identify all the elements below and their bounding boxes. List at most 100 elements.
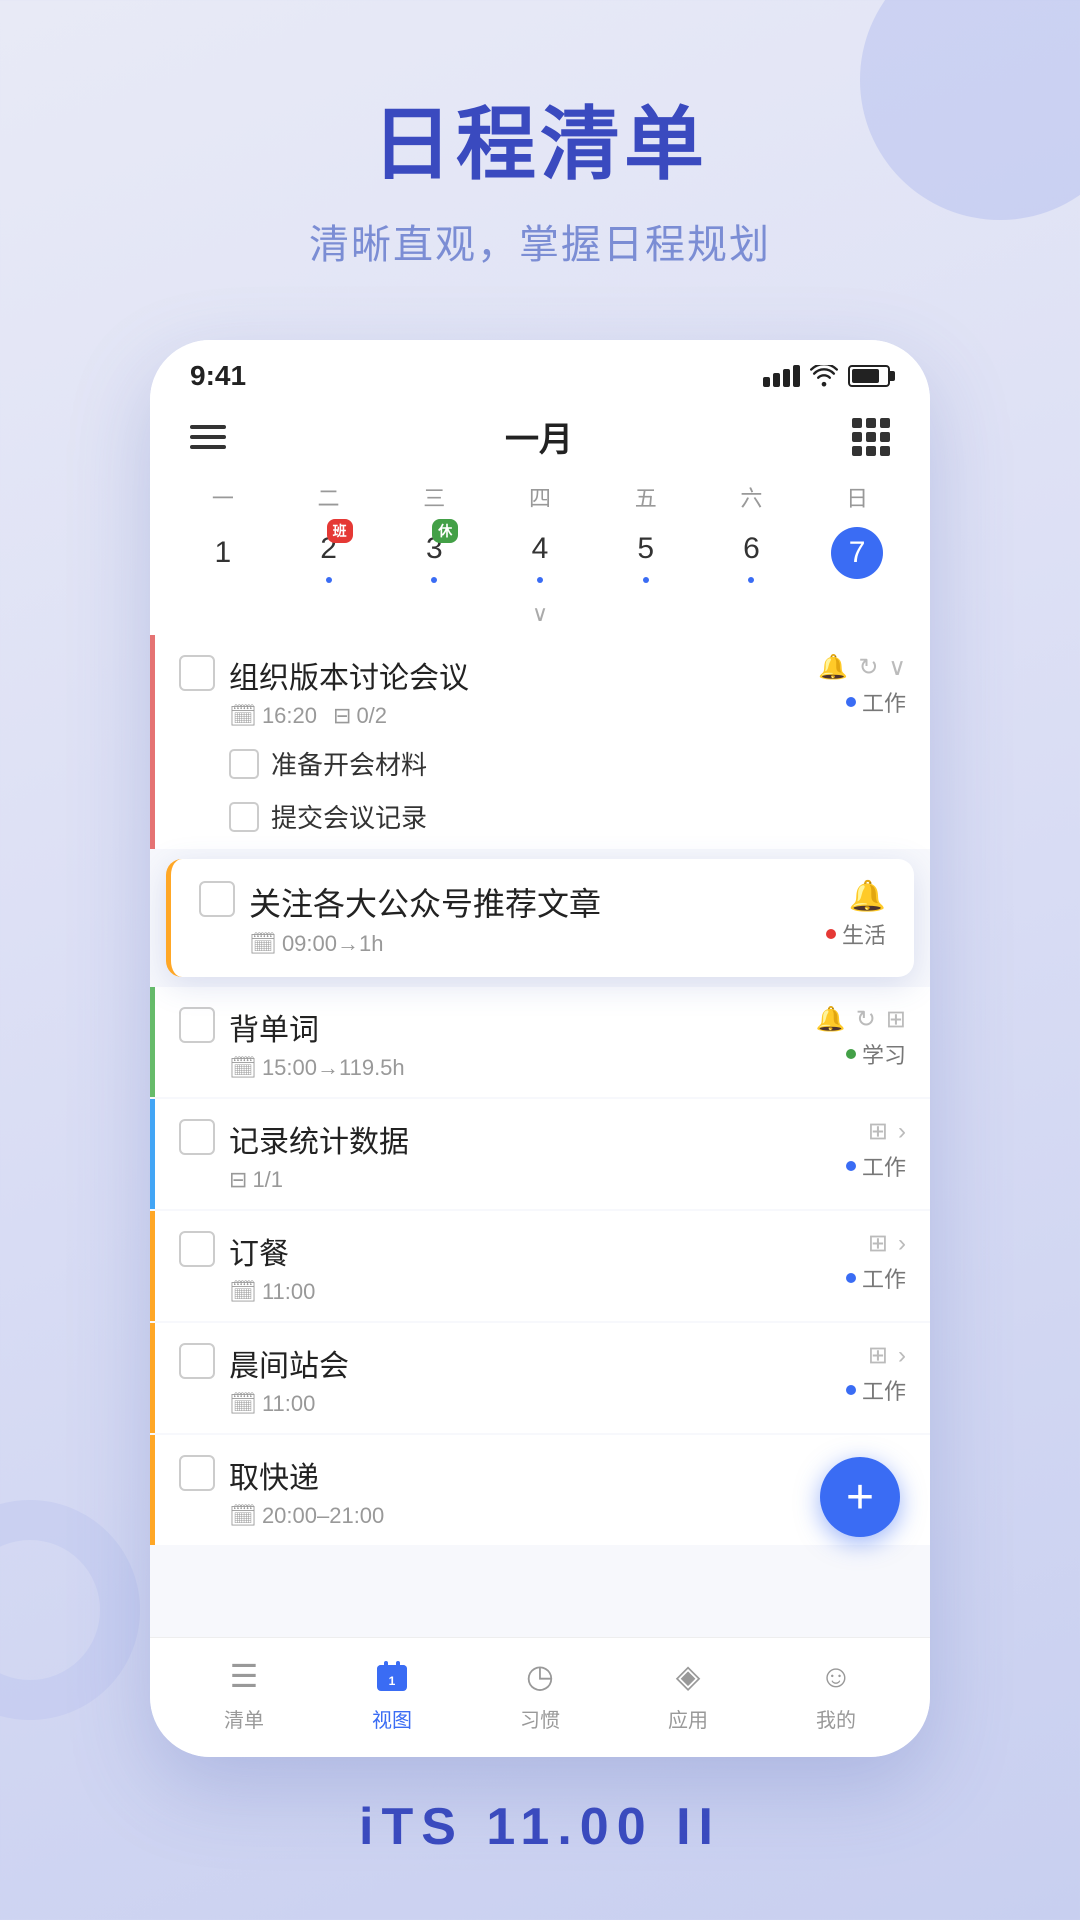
task-title: 关注各大公众号推荐文章 — [249, 879, 812, 925]
task-meta: 🗓 09:00→1h — [249, 931, 812, 957]
task-checkbox[interactable] — [179, 655, 215, 691]
repeat-icon[interactable]: ↻ — [856, 1005, 876, 1034]
fab-add-button[interactable]: + — [820, 1457, 900, 1537]
signal-icon — [763, 365, 800, 387]
subtask-checkbox[interactable] — [229, 802, 259, 832]
date-number: 1 — [197, 527, 249, 579]
bottom-nav: ☰清单 1 视图 ◷ 习惯 ◈应用 ☺我的 — [150, 1637, 930, 1757]
grid-icon[interactable]: ⊞ — [868, 1229, 888, 1258]
task-tag: 工作 — [846, 1374, 906, 1406]
task-subtask-count: ⊟ 0/2 — [333, 703, 387, 729]
dow-cell: 三 — [381, 477, 487, 517]
task-meta: 🗓 16:20 ⊟ 0/2 — [229, 703, 804, 729]
task-subtask-count: ⊟ 1/1 — [229, 1167, 283, 1193]
task-checkbox[interactable] — [179, 1343, 215, 1379]
alarm-icon[interactable]: 🔔 — [849, 879, 886, 914]
subtask-icon: ⊟ — [229, 1167, 247, 1193]
task-actions: ⊞ › — [868, 1117, 906, 1146]
date-cell[interactable]: 1 — [170, 521, 276, 585]
promo-big-text: iTS 11.00 II — [359, 1798, 721, 1856]
task-checkbox[interactable] — [179, 1231, 215, 1267]
task-item[interactable]: 取快递 🗓 20:00–21:00 — [150, 1435, 930, 1545]
tag-label: 工作 — [862, 1150, 906, 1182]
decorative-blob-bottom — [0, 1500, 140, 1720]
task-checkbox[interactable] — [199, 881, 235, 917]
task-item[interactable]: 记录统计数据 ⊟ 1/1 ⊞ › 工作 — [150, 1099, 930, 1209]
alarm-icon[interactable]: 🔔 — [816, 1005, 846, 1034]
grid-view-icon[interactable] — [852, 418, 890, 456]
task-time: 🗓 20:00–21:00 — [229, 1503, 384, 1529]
days-of-week-row: 一二三四五六日 — [150, 477, 930, 517]
date-dot — [748, 577, 754, 583]
date-cell[interactable]: 2班 — [276, 517, 382, 589]
nav-label: 视图 — [372, 1704, 412, 1733]
grid-icon[interactable]: ⊞ — [868, 1117, 888, 1146]
calendar-collapse-button[interactable]: ∨ — [150, 597, 930, 635]
arrow-right-icon[interactable]: › — [898, 1118, 906, 1146]
subtask-item[interactable]: 准备开会材料 — [229, 737, 906, 790]
task-tag: 工作 — [846, 1150, 906, 1182]
task-checkbox[interactable] — [179, 1119, 215, 1155]
nav-label: 我的 — [816, 1704, 856, 1733]
task-content: 取快递 🗓 20:00–21:00 — [229, 1453, 892, 1529]
tag-dot — [846, 1049, 856, 1059]
arrow-right-icon[interactable]: › — [898, 1230, 906, 1258]
task-content: 订餐 🗓 11:00 — [229, 1229, 832, 1305]
date-dot — [643, 577, 649, 583]
task-tag: 学习 — [846, 1038, 906, 1070]
nav-icon: 1 — [370, 1654, 414, 1698]
task-meta: ⊟ 1/1 — [229, 1167, 832, 1193]
task-actions: ⊞ › — [868, 1341, 906, 1370]
expand-icon[interactable]: ∨ — [888, 653, 906, 682]
subtask-icon: ⊟ — [333, 703, 351, 729]
task-content: 记录统计数据 ⊟ 1/1 — [229, 1117, 832, 1193]
task-right: ⊞ › 工作 — [846, 1117, 906, 1182]
grid-icon[interactable]: ⊞ — [886, 1005, 906, 1034]
task-tag: 工作 — [846, 1262, 906, 1294]
alarm-icon[interactable]: 🔔 — [818, 653, 848, 682]
nav-item-应用[interactable]: ◈应用 — [638, 1654, 738, 1733]
task-content: 关注各大公众号推荐文章 🗓 09:00→1h — [249, 879, 812, 957]
status-time: 9:41 — [190, 360, 246, 392]
arrow-right-icon[interactable]: › — [898, 1342, 906, 1370]
subtask-item[interactable]: 提交会议记录 — [229, 790, 906, 843]
menu-icon[interactable] — [190, 425, 226, 449]
nav-item-习惯[interactable]: ◷ 习惯 — [490, 1654, 590, 1733]
calendar-section: 一月 一二三四五六日 12班3休4567 ∨ — [150, 402, 930, 635]
nav-item-视图[interactable]: 1 视图 — [342, 1654, 442, 1733]
tag-label: 学习 — [862, 1038, 906, 1070]
date-row[interactable]: 1 2班3休4567 — [150, 517, 930, 597]
nav-item-清单[interactable]: ☰清单 — [194, 1654, 294, 1733]
task-checkbox[interactable] — [179, 1455, 215, 1491]
task-item[interactable]: 背单词 🗓 15:00→119.5h 🔔 ↻ ⊞ — [150, 987, 930, 1097]
subtask-checkbox[interactable] — [229, 749, 259, 779]
task-content: 晨间站会 🗓 11:00 — [229, 1341, 832, 1417]
nav-item-我的[interactable]: ☺我的 — [786, 1654, 886, 1733]
svg-text:1: 1 — [389, 1674, 396, 1688]
task-title: 订餐 — [229, 1229, 832, 1273]
grid-icon[interactable]: ⊞ — [868, 1341, 888, 1370]
calendar-mini-icon: 🗓 — [229, 1279, 257, 1305]
date-cell[interactable]: 6 — [699, 517, 805, 589]
date-cell[interactable]: 4 — [487, 517, 593, 589]
dow-cell: 一 — [170, 477, 276, 517]
nav-label: 习惯 — [520, 1704, 560, 1733]
task-item[interactable]: 订餐 🗓 11:00 ⊞ › 工作 — [150, 1211, 930, 1321]
task-meta: 🗓 11:00 — [229, 1279, 832, 1305]
subtask-list: 准备开会材料 提交会议记录 — [179, 737, 906, 843]
task-item[interactable]: 组织版本讨论会议 🗓 16:20 ⊟ 0/2 🔔 — [150, 635, 930, 849]
date-cell[interactable]: 3休 — [381, 517, 487, 589]
task-time: 🗓 11:00 — [229, 1391, 315, 1417]
task-list: 组织版本讨论会议 🗓 16:20 ⊟ 0/2 🔔 — [150, 635, 930, 1637]
task-right: ⊞ › 工作 — [846, 1229, 906, 1294]
task-checkbox[interactable] — [179, 1007, 215, 1043]
task-item[interactable]: 晨间站会 🗓 11:00 ⊞ › 工作 — [150, 1323, 930, 1433]
nav-icon: ◷ — [518, 1654, 562, 1698]
repeat-icon[interactable]: ↻ — [858, 653, 878, 682]
task-actions: 🔔 ↻ ∨ — [818, 653, 906, 682]
page-subtitle: 清晰直观，掌握日程规划 — [40, 212, 1040, 270]
date-cell[interactable]: 5 — [593, 517, 699, 589]
date-dot — [537, 577, 543, 583]
date-cell[interactable]: 7 — [804, 521, 910, 585]
dow-cell: 五 — [593, 477, 699, 517]
